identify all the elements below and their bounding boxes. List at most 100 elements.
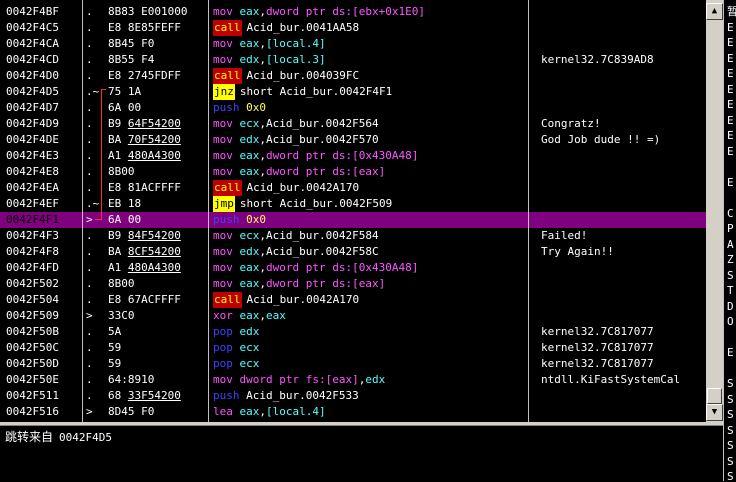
register-label-edge: S — [727, 392, 734, 406]
row-address: 0042F4D5 — [6, 85, 59, 98]
row-comment — [541, 388, 706, 404]
disasm-row[interactable]: 0042F4EA. E8 81ACFFFF call Acid_bur.0042A17… — [0, 180, 706, 196]
asm-token: ecx — [232, 357, 260, 370]
hex-part: 84F54200 — [127, 229, 181, 242]
row-address: 0042F4D7 — [6, 101, 59, 114]
hex-part: 70F54200 — [127, 133, 181, 146]
row-jump-marker: . — [86, 245, 93, 258]
asm-token: edx — [232, 245, 260, 258]
disasm-row[interactable]: 0042F4BF. 8B83 E001000 mov eax,dword ptr d… — [0, 4, 706, 20]
disasm-row[interactable]: 0042F4FD. A1 480A4300 mov eax,dword ptr ds… — [0, 260, 706, 276]
asm-token: , — [259, 53, 266, 66]
disasm-row[interactable]: 0042F4F3. B9 84F54200 mov ecx,Acid_bur.004… — [0, 228, 706, 244]
disasm-row-selected[interactable]: 0042F4F1 >6A 00 push 0x0 — [0, 212, 706, 228]
row-address: 0042F4E3 — [6, 149, 59, 162]
hex-part: 75 1A — [108, 85, 142, 98]
disasm-row[interactable]: 0042F4E8. 8B00 mov eax,dword ptr ds:[eax] — [0, 164, 706, 180]
disasm-row[interactable]: 0042F4F8. BA 8CF54200 mov edx,Acid_bur.004… — [0, 244, 706, 260]
register-label-edge: E — [727, 98, 734, 111]
register-label-edge: E — [727, 129, 734, 142]
row-jump-marker: . — [86, 21, 93, 34]
hex-part: EB 18 — [108, 197, 142, 210]
disasm-row[interactable]: 0042F509 >33C0 xor eax,eax — [0, 308, 706, 324]
vertical-scrollbar[interactable]: ▲ ▼ — [706, 0, 723, 422]
row-comment — [541, 276, 706, 292]
disasm-row[interactable]: 0042F4DE. BA 70F54200 mov edx,Acid_bur.004… — [0, 132, 706, 148]
disasm-row[interactable]: 0042F504. E8 67ACFFFF call Acid_bur.0042A17… — [0, 292, 706, 308]
register-label-edge: E — [727, 51, 734, 65]
hex-part: A1 — [108, 149, 128, 162]
disasm-row[interactable]: 0042F502. 8B00 mov eax,dword ptr ds:[eax] — [0, 276, 706, 292]
row-jump-marker: . — [86, 149, 93, 162]
hex-part: 5A — [108, 325, 122, 338]
disasm-row[interactable]: 0042F4E3. A1 480A4300 mov eax,dword ptr ds… — [0, 148, 706, 164]
disasm-row[interactable]: 0042F50D. 59 pop ecx kernel32.7C817077 — [0, 356, 706, 372]
disasm-row[interactable]: 0042F4D0. E8 2745FDFF call Acid_bur.004039F… — [0, 68, 706, 84]
asm-token: dword ptr ds:[0x430A48] — [266, 149, 419, 162]
disasm-row[interactable]: 0042F4D9. B9 64F54200 mov ecx,Acid_bur.004… — [0, 116, 706, 132]
row-hex-bytes: 75 1A — [108, 84, 206, 100]
asm-token: ecx — [232, 117, 260, 130]
row-hex-bytes: 8B55 F4 — [108, 52, 206, 68]
hex-part: B9 — [108, 229, 128, 242]
hex-part: 68 — [108, 389, 128, 402]
asm-token: , — [259, 165, 266, 178]
hex-part: E8 81ACFFFF — [108, 181, 181, 194]
row-jump-marker: . — [86, 5, 93, 18]
hex-part: BA — [108, 245, 128, 258]
row-jump-marker: . — [86, 181, 93, 194]
asm-token: pop — [213, 357, 233, 370]
hex-part: 8CF54200 — [127, 245, 181, 258]
hex-part: 8B00 — [108, 165, 135, 178]
row-address: 0042F50B — [6, 325, 59, 338]
scroll-thumb[interactable] — [707, 388, 722, 404]
disasm-row[interactable]: 0042F4D5 .~ 75 1A jnz short Acid_bur.0042F4F… — [0, 84, 706, 100]
disassembly-pane[interactable]: 0042F4BF. 8B83 E001000 mov eax,dword ptr d… — [0, 0, 723, 422]
row-disassembly: jnz short Acid_bur.0042F4F1 — [213, 84, 531, 100]
disasm-row[interactable]: 0042F511. 68 33F54200 push Acid_bur.0042F5… — [0, 388, 706, 404]
row-comment — [541, 68, 706, 84]
scroll-down-button[interactable]: ▼ — [706, 404, 723, 421]
scroll-up-button[interactable]: ▲ — [706, 3, 723, 20]
asm-token: push — [213, 389, 240, 402]
register-label-edge: S — [727, 439, 734, 452]
hex-part: 8B55 F4 — [108, 53, 155, 66]
asm-token: , — [259, 5, 266, 18]
row-comment — [541, 292, 706, 308]
row-jump-marker: . — [86, 53, 93, 66]
disasm-row[interactable]: 0042F4EF .~ EB 18 jmp short Acid_bur.0042F50… — [0, 196, 706, 212]
row-disassembly: mov eax,dword ptr ds:[ebx+0x1E0] — [213, 4, 531, 20]
disasm-row[interactable]: 0042F50B. 5A pop edx kernel32.7C817077 — [0, 324, 706, 340]
row-comment: Failed! — [541, 229, 588, 242]
disasm-row[interactable]: 0042F4CA. 8B45 F0 mov eax,[local.4] — [0, 36, 706, 52]
register-label-edge: E — [727, 36, 734, 49]
register-label-edge: S — [727, 423, 734, 437]
row-disassembly: mov eax,dword ptr ds:[0x430A48] — [213, 148, 531, 164]
row-address: 0042F4CA — [6, 37, 59, 50]
asm-token: dword ptr ds:[ebx+0x1E0] — [266, 5, 425, 18]
disasm-row[interactable]: 0042F4C5. E8 8E85FEFF call Acid_bur.0041AA5… — [0, 20, 706, 36]
row-hex-bytes: A1 480A4300 — [108, 260, 206, 276]
asm-token: [local.3] — [266, 53, 326, 66]
hex-part: 8B83 E001000 — [108, 5, 188, 18]
disasm-row[interactable]: 0042F4D7. 6A 00 push 0x0 — [0, 100, 706, 116]
disasm-row[interactable]: 0042F4CD. 8B55 F4 mov edx,[local.3] kernel3… — [0, 52, 706, 68]
asm-token: eax — [232, 37, 260, 50]
row-hex-bytes: 59 — [108, 340, 206, 356]
hex-part: 480A4300 — [127, 149, 181, 162]
row-comment — [541, 4, 706, 20]
disasm-row[interactable]: 0042F516 >8D45 F0 lea eax,[local.4] — [0, 404, 706, 420]
jump-arrow-start — [101, 89, 106, 90]
disasm-row[interactable]: 0042F50C. 59 pop ecx kernel32.7C817077 — [0, 340, 706, 356]
row-hex-bytes: B9 84F54200 — [108, 228, 206, 244]
asm-token: edx — [232, 325, 260, 338]
disasm-row[interactable]: 0042F50E. 64:8910 mov dword ptr fs:[eax],e… — [0, 372, 706, 388]
hex-part: 59 — [108, 341, 122, 354]
row-hex-bytes: 8B45 F0 — [108, 36, 206, 52]
row-jump-marker: .~ — [86, 85, 100, 98]
asm-token: mov — [213, 37, 233, 50]
row-address: 0042F4D0 — [6, 69, 59, 82]
asm-token: ,Acid_bur.0042F584 — [259, 229, 379, 242]
row-hex-bytes: 6A 00 — [108, 100, 206, 116]
register-label-edge: E — [727, 144, 734, 158]
